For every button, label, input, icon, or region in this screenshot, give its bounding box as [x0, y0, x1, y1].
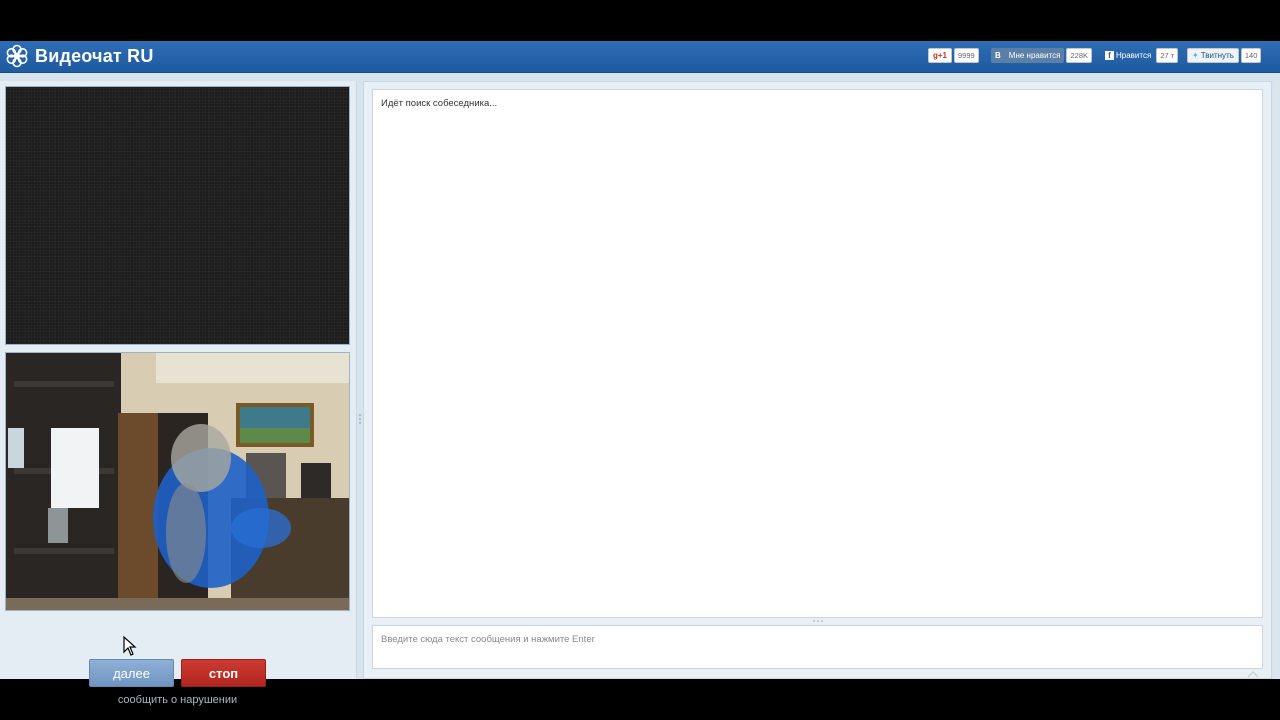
own-webcam-video	[5, 352, 350, 611]
stop-button[interactable]: стоп	[181, 659, 266, 687]
scroll-top-icon[interactable]	[1244, 669, 1262, 679]
flower-logo-icon[interactable]	[5, 44, 29, 68]
app-title[interactable]: Видеочат RU	[35, 46, 154, 67]
vk-like-button[interactable]: В Мне нравится	[991, 48, 1065, 63]
vk-icon: В	[995, 51, 1001, 60]
facebook-like-button[interactable]: f Нравится	[1105, 48, 1154, 63]
mouse-pointer-icon	[123, 636, 137, 656]
twitter-share[interactable]: ✦ Твитнуть 140	[1187, 48, 1262, 63]
message-input[interactable]: Введите сюда текст сообщения и нажмите E…	[372, 625, 1263, 669]
google-plus-button[interactable]: g+1	[928, 48, 953, 63]
tweet-button[interactable]: ✦ Твитнуть	[1187, 48, 1239, 63]
google-plus-count: 9999	[954, 48, 979, 63]
page-scrollbar[interactable]	[1273, 81, 1280, 679]
twitter-bird-icon: ✦	[1192, 51, 1199, 60]
webcam-scene	[6, 353, 349, 610]
google-plus-share[interactable]: g+1 9999	[928, 48, 979, 63]
panel-resize-handle[interactable]	[358, 413, 362, 425]
chat-messages: Идёт поиск собеседника...	[372, 89, 1263, 618]
partner-video	[5, 86, 350, 345]
header-bar: Видеочат RU g+1 9999 В Мне нравится 228K…	[0, 41, 1280, 73]
vk-like-count: 228K	[1066, 48, 1093, 63]
chat-panel: Идёт поиск собеседника... Введите сюда т…	[363, 81, 1272, 679]
tweet-label: Твитнуть	[1200, 51, 1234, 60]
page: Видеочат RU g+1 9999 В Мне нравится 228K…	[0, 41, 1280, 706]
next-button[interactable]: далее	[89, 659, 174, 687]
facebook-like-count: 27 т	[1156, 48, 1179, 63]
vk-like-label: Мне нравится	[1008, 51, 1061, 60]
tweet-count: 140	[1240, 48, 1262, 63]
chat-resize-grip[interactable]	[812, 619, 824, 623]
vk-like-share[interactable]: В Мне нравится 228K	[991, 48, 1093, 63]
report-violation-link[interactable]: сообщить о нарушении	[0, 694, 355, 706]
facebook-like-share[interactable]: f Нравится 27 т	[1105, 48, 1179, 63]
search-status-message: Идёт поиск собеседника...	[381, 98, 498, 109]
facebook-icon: f	[1105, 51, 1114, 60]
facebook-like-label: Нравится	[1116, 51, 1152, 60]
video-panel: далее стоп сообщить о нарушении	[0, 81, 357, 706]
